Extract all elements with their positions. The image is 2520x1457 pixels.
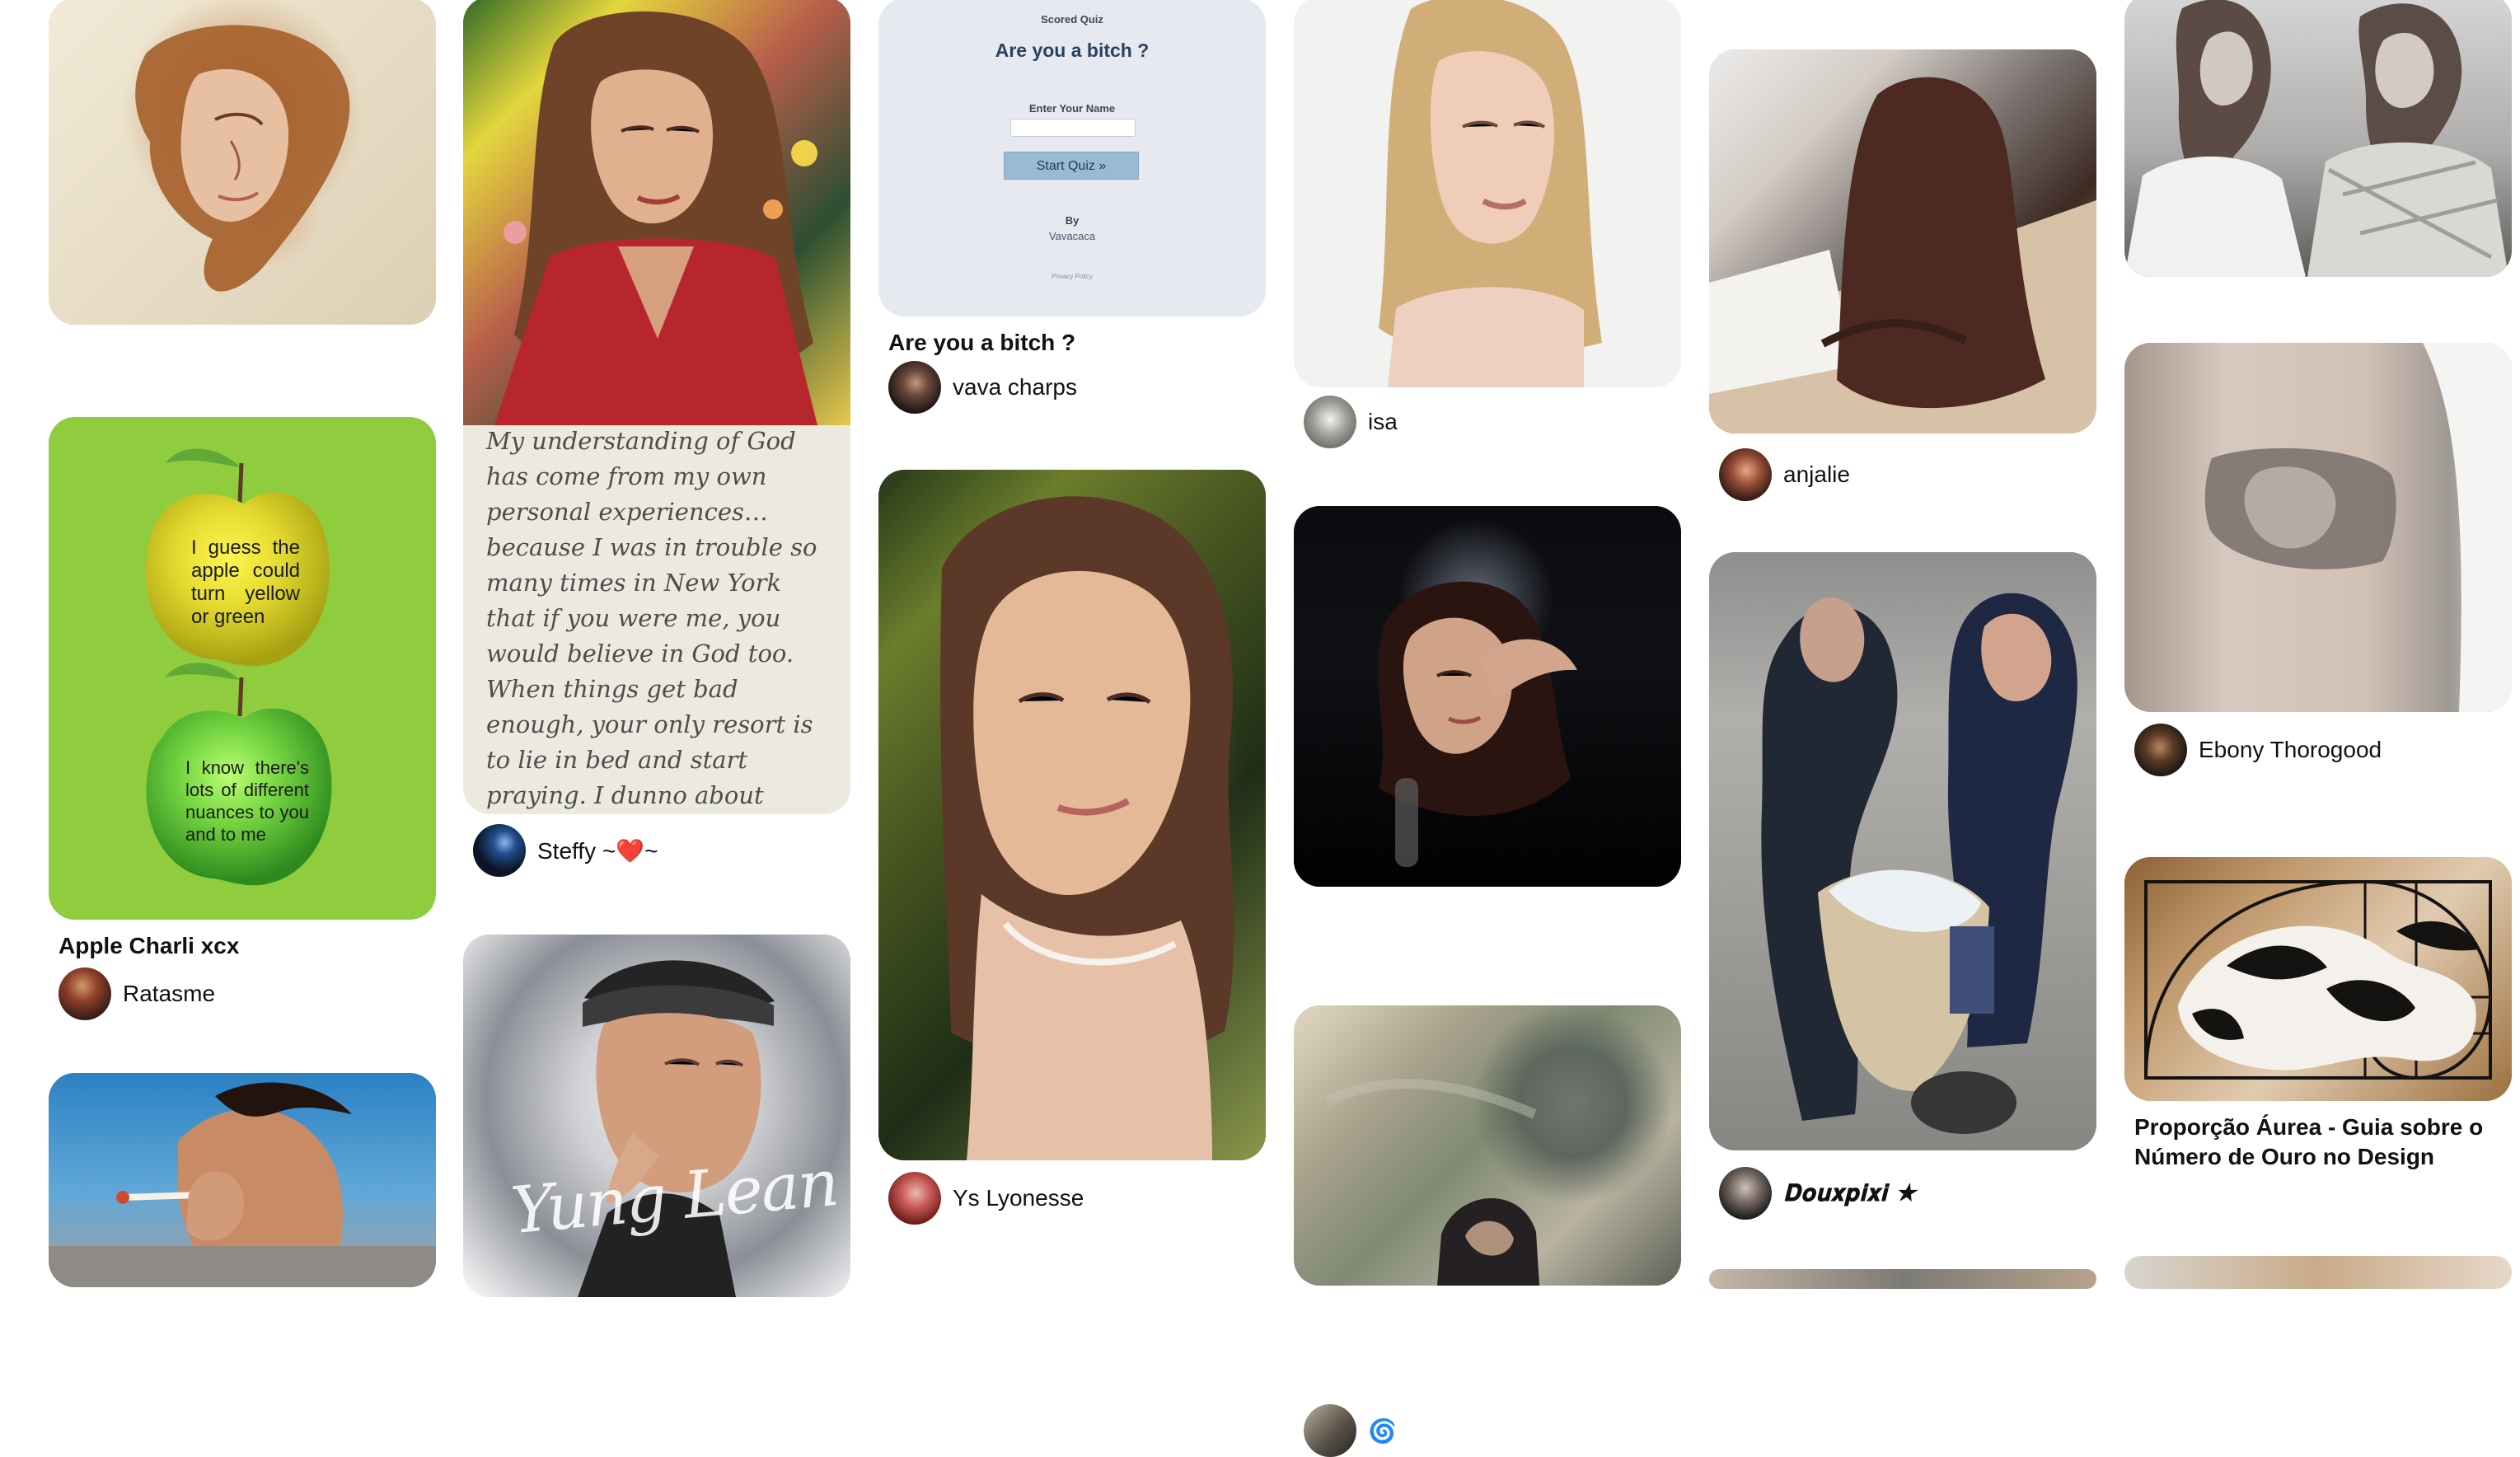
start-quiz-button[interactable]: Start Quiz »	[1004, 152, 1139, 180]
two-models-icon	[2124, 0, 2508, 277]
avatar	[888, 1172, 941, 1225]
author-name: 🌀	[1368, 1417, 1397, 1444]
pin-image[interactable]	[1709, 1269, 2096, 1289]
author-name: Ebony Thorogood	[2199, 737, 2382, 762]
pin-card[interactable]: 𝐃𝐨𝐮𝐱𝐩𝐢𝐱𝐢 ★	[1709, 552, 2096, 1220]
woman-writing-icon	[1709, 77, 2096, 433]
quiz-kicker: Scored Quiz	[1041, 13, 1103, 26]
avatar	[473, 824, 526, 877]
pin-author[interactable]: 𝐃𝐨𝐮𝐱𝐩𝐢𝐱𝐢 ★	[1719, 1167, 1916, 1220]
author-name: vava charps	[953, 374, 1077, 400]
avatar	[2134, 724, 2187, 776]
author-name: Ratasme	[123, 981, 216, 1006]
privacy-policy-link[interactable]: Privacy Policy	[878, 273, 1266, 280]
pin-card[interactable]	[1294, 1005, 1681, 1286]
pin-image[interactable]	[1294, 1005, 1681, 1286]
pin-card[interactable]: I guess the apple could turn yellow or g…	[49, 417, 436, 1020]
avatar	[1719, 1167, 1772, 1220]
tattoo-icon	[2204, 343, 2512, 712]
pin-author[interactable]: Ratasme	[59, 967, 215, 1020]
pin-title[interactable]: Apple Charli xcx	[59, 931, 239, 961]
author-name: 𝐃𝐨𝐮𝐱𝐩𝐢𝐱𝐢 ★	[1783, 1179, 1916, 1206]
pin-card[interactable]: Scored Quiz Are you a bitch ? Enter Your…	[878, 0, 1266, 414]
pin-image[interactable]	[49, 1073, 436, 1287]
pin-card[interactable]: Yung Lean	[463, 935, 850, 1297]
quiz-name-label: Enter Your Name	[1028, 102, 1116, 115]
pin-author[interactable]: anjalie	[1719, 448, 1850, 501]
author-name: isa	[1368, 409, 1398, 434]
pin-image[interactable]	[1294, 506, 1681, 887]
author-name: Steffy ~❤️~	[537, 837, 658, 864]
pin-image[interactable]	[878, 470, 1266, 1160]
golden-ratio-dog-icon	[2144, 879, 2493, 1080]
pin-card[interactable]: 🌀	[1294, 506, 1681, 1457]
pin-card[interactable]	[2124, 0, 2512, 277]
pin-author[interactable]: Steffy ~❤️~	[473, 824, 658, 877]
portrait-girl-icon	[940, 496, 1234, 1160]
pin-card[interactable]: My understanding of God has come from my…	[463, 0, 850, 877]
avatar	[1304, 396, 1356, 448]
quiz-by-name: Vavacaca	[1048, 230, 1096, 242]
quiz-name-input[interactable]	[1010, 119, 1136, 137]
pin-image[interactable]: Scored Quiz Are you a bitch ? Enter Your…	[878, 0, 1266, 316]
pin-image[interactable]	[2124, 343, 2512, 712]
avatar	[888, 361, 941, 414]
author-name: Ys Lyonesse	[953, 1185, 1084, 1211]
pin-author[interactable]: vava charps	[888, 361, 1077, 414]
avatar	[59, 967, 111, 1020]
woman-at-party-icon	[1378, 581, 1577, 867]
apple-caption-top: I guess the apple could turn yellow or g…	[191, 536, 300, 628]
pin-card[interactable]: isa	[1294, 0, 1681, 448]
pin-author[interactable]: Ebony Thorogood	[2134, 724, 2382, 776]
pin-card[interactable]	[1709, 1269, 2096, 1289]
apple-caption-bottom: I know there's lots of different nuances…	[185, 757, 309, 845]
pin-author[interactable]: isa	[1304, 396, 1398, 448]
painting-lake-icon	[1325, 1079, 1539, 1286]
pin-image[interactable]	[1294, 0, 1681, 387]
pin-card[interactable]: Ebony Thorogood	[2124, 343, 2512, 776]
pin-author[interactable]: 🌀	[1304, 1404, 1397, 1457]
pin-image[interactable]	[2124, 857, 2512, 1101]
pin-card[interactable]: Proporção Áurea - Guia sobre o Número de…	[2124, 857, 2512, 1169]
pin-author[interactable]: Ys Lyonesse	[888, 1172, 1084, 1225]
pin-card[interactable]: Ys Lyonesse	[878, 470, 1266, 1225]
pin-image[interactable]	[2124, 0, 2512, 277]
pin-image[interactable]	[49, 0, 436, 325]
pin-title[interactable]: Are you a bitch ?	[888, 328, 1075, 358]
portrait-woman-icon	[494, 11, 817, 425]
author-name: anjalie	[1783, 461, 1850, 487]
pin-card[interactable]	[49, 0, 436, 325]
quote-text: My understanding of God has come from my…	[486, 427, 817, 809]
pin-card[interactable]: anjalie	[1709, 49, 2096, 501]
painting-icon	[135, 25, 350, 292]
pin-image[interactable]: My understanding of God has come from my…	[463, 0, 850, 814]
smoking-person-icon	[49, 1082, 436, 1287]
portrait-blonde-icon	[1379, 0, 1602, 387]
avatar	[1304, 1404, 1356, 1457]
avatar	[1719, 448, 1772, 501]
pin-image[interactable]	[2124, 1256, 2512, 1289]
pin-image[interactable]	[1709, 49, 2096, 433]
quiz-by-label: By	[1065, 214, 1080, 227]
pin-title[interactable]: Proporção Áurea - Guia sobre o Número de…	[2134, 1113, 2489, 1172]
pin-image[interactable]: Yung Lean	[463, 935, 850, 1297]
pin-image[interactable]	[1709, 552, 2096, 1150]
pin-card[interactable]	[49, 1073, 436, 1287]
pin-card[interactable]	[2124, 1256, 2512, 1289]
couple-with-bassinet-icon	[1761, 593, 2077, 1134]
quiz-title: Are you a bitch ?	[995, 40, 1150, 61]
pin-image[interactable]: I guess the apple could turn yellow or g…	[49, 417, 436, 920]
